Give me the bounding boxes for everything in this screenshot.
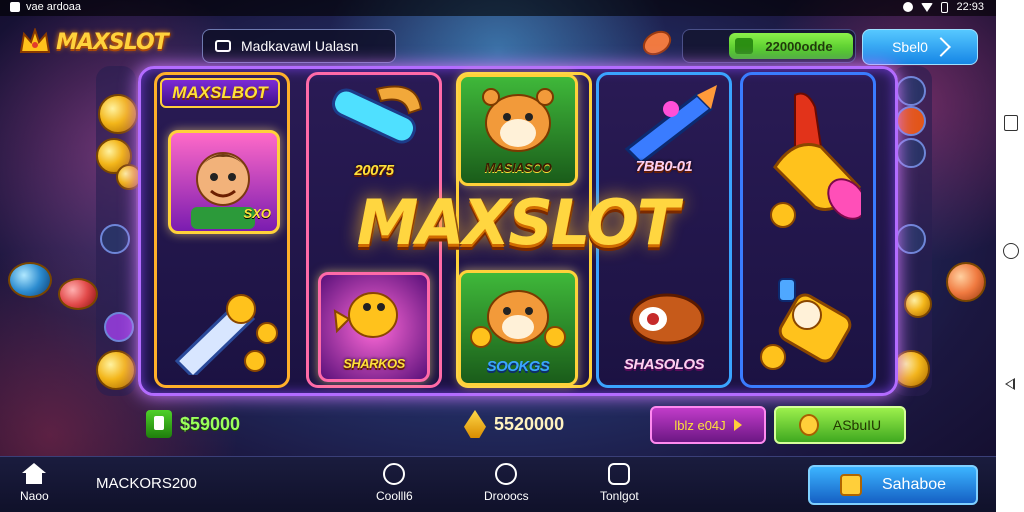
nav-item-1[interactable]: Coolll6 xyxy=(376,463,413,503)
crown-coin-icon xyxy=(464,410,486,438)
balance-mid-value: 5520000 xyxy=(494,413,565,434)
sync-icon xyxy=(903,2,914,12)
slot-tile-hamster[interactable]: MASIASOO xyxy=(458,74,578,186)
left-gem-button[interactable] xyxy=(104,312,134,342)
home-system-icon[interactable] xyxy=(1002,242,1019,259)
right-side-button-1[interactable] xyxy=(896,76,926,106)
nav-item-2[interactable]: Drooocs xyxy=(484,463,529,503)
money-icon xyxy=(735,38,753,54)
slot-tile-boy[interactable]: SXO xyxy=(168,130,280,234)
wallet-icon xyxy=(146,410,172,438)
bottom-action-label: Sahaboe xyxy=(881,476,947,493)
balance-left[interactable]: $59000 xyxy=(146,410,240,438)
status-left: vae ardoaa xyxy=(10,1,81,13)
slot-tile-horn[interactable] xyxy=(752,84,864,234)
fish-icon xyxy=(629,293,705,345)
slot-tile-pipe[interactable]: 20075 xyxy=(314,76,434,186)
back-icon[interactable] xyxy=(1002,376,1018,392)
right-side-button-2[interactable] xyxy=(896,106,926,136)
tile-label: SHARKOS xyxy=(343,356,405,371)
tile-label: 7BB0-01 xyxy=(635,158,693,175)
tile-label: SOOKGS xyxy=(486,358,550,375)
gift-icon xyxy=(608,463,631,485)
hamster-icon xyxy=(482,88,554,152)
slot-tile-fish-2[interactable]: SHASOLOS xyxy=(604,276,724,384)
screen-icon xyxy=(215,40,231,52)
bet-label: lblz e04J xyxy=(674,417,726,433)
nav-home[interactable]: Naoo xyxy=(20,463,49,503)
app-logo[interactable]: MAXSLOT xyxy=(18,28,169,56)
status-left-text: vae ardoaa xyxy=(26,1,82,13)
notification-icon xyxy=(10,2,20,12)
crown-icon xyxy=(19,28,51,53)
right-side-button-3[interactable] xyxy=(896,138,926,168)
center-game-logo: MAXSLOT xyxy=(312,186,722,272)
recents-icon[interactable] xyxy=(1002,114,1018,131)
blue-chip xyxy=(8,262,52,298)
chat-icon xyxy=(495,463,518,485)
nav-item-3[interactable]: Tonlgot xyxy=(600,463,639,503)
game-screen: vae ardoaa 22:93 MAXSLOT Madkavawl Ualas… xyxy=(0,0,996,512)
rocket-icon xyxy=(624,85,717,165)
arrow-right-icon xyxy=(733,419,742,431)
wifi-icon xyxy=(921,2,934,12)
hamster-coins-icon xyxy=(470,290,566,348)
battery-icon xyxy=(941,1,949,13)
system-nav-bar xyxy=(996,0,1024,512)
arrow-icon xyxy=(931,37,951,57)
status-right: 22:93 xyxy=(903,1,984,13)
username: MACKORS200 xyxy=(96,475,197,492)
coin-balance[interactable]: 22000odde xyxy=(682,29,856,63)
treasure-icon xyxy=(798,414,819,436)
store-icon xyxy=(839,474,862,496)
search-button[interactable]: Madkavawl Ualasn xyxy=(202,29,396,63)
status-time: 22:93 xyxy=(956,1,984,13)
slot-tile-fish[interactable]: SHARKOS xyxy=(318,272,430,382)
nav-item-3-label: Tonlgot xyxy=(600,489,639,503)
auto-button[interactable]: ASbuIU xyxy=(774,406,906,444)
golden-cannon-icon xyxy=(760,278,852,370)
slot-tile-rocket[interactable]: 7BB0-01 xyxy=(604,76,724,186)
gold-coin xyxy=(904,290,932,318)
gold-coin xyxy=(96,350,136,390)
home-icon xyxy=(20,463,48,485)
tile-label: SHASOLOS xyxy=(623,356,705,373)
info-bar: $59000 5520000 lblz e04J ASbuIU xyxy=(138,400,906,452)
floating-coin xyxy=(946,262,986,302)
balance-left-value: $59000 xyxy=(180,413,241,434)
pipe-icon xyxy=(331,85,423,144)
gold-coin xyxy=(98,94,138,134)
slot-tile-cannon[interactable] xyxy=(752,270,864,382)
coin-rocket-icon xyxy=(174,294,278,375)
left-side-button[interactable] xyxy=(100,224,130,254)
app-logo-text: MAXSLOT xyxy=(56,29,169,55)
right-side-button-4[interactable] xyxy=(896,224,926,254)
balance-mid: 5520000 xyxy=(464,410,564,438)
floating-coin xyxy=(642,30,672,56)
signin-label: Sbel0 xyxy=(892,39,928,55)
status-bar: vae ardoaa 22:93 xyxy=(0,0,996,16)
center-logo-text: MAXSLOT xyxy=(356,186,679,259)
bottom-nav: Naoo MACKORS200 Coolll6 Drooocs Tonlgot … xyxy=(0,456,996,512)
coin-balance-value: 22000odde xyxy=(765,38,833,54)
boy-tag: SXO xyxy=(243,206,271,221)
nav-home-label: Naoo xyxy=(20,489,49,503)
slot-tile-coin-rocket[interactable] xyxy=(164,278,284,378)
auto-label: ASbuIU xyxy=(832,417,882,433)
red-chip xyxy=(58,278,98,310)
reel-header-label: MAXSLBOT xyxy=(160,78,280,108)
search-icon xyxy=(383,463,406,485)
search-label: Madkavawl Ualasn xyxy=(241,38,359,54)
golden-horn-icon xyxy=(770,92,861,228)
tile-label: 20075 xyxy=(354,162,394,179)
tile-label: MASIASOO xyxy=(484,160,552,175)
nav-item-1-label: Coolll6 xyxy=(376,489,413,503)
nav-item-2-label: Drooocs xyxy=(484,489,529,503)
bet-button[interactable]: lblz e04J xyxy=(650,406,766,444)
bottom-action-button[interactable]: Sahaboe xyxy=(808,465,978,505)
signin-button[interactable]: Sbel0 xyxy=(862,29,978,65)
slot-tile-hamster-coins[interactable]: SOOKGS xyxy=(458,270,578,386)
golden-fish-icon xyxy=(333,292,398,338)
